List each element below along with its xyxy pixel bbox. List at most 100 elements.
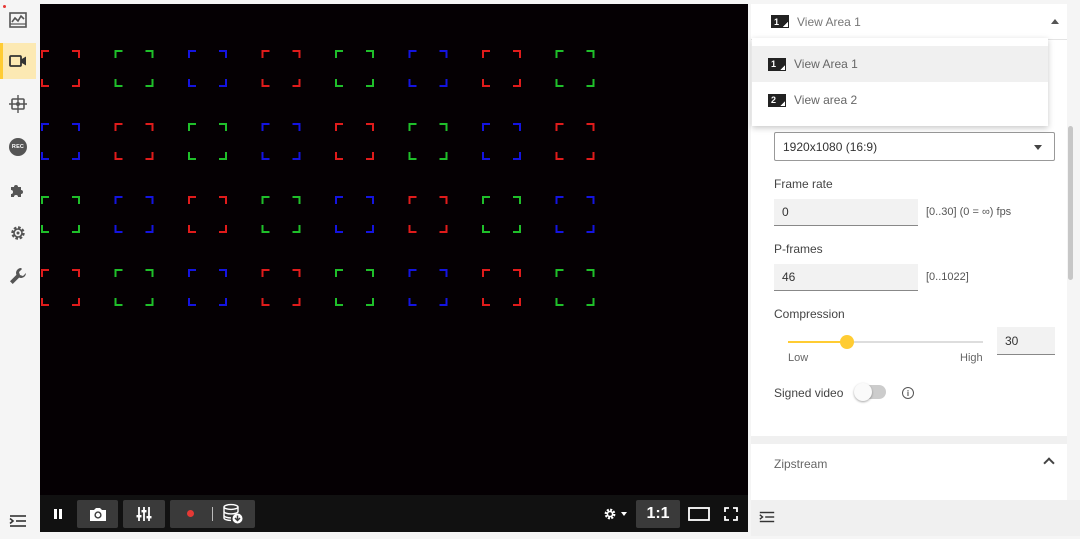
compression-high-label: High — [960, 352, 983, 364]
corner-marker — [188, 50, 227, 87]
nav-item-apps[interactable] — [0, 172, 36, 208]
test-pattern-markers — [41, 50, 595, 306]
corner-marker — [114, 196, 154, 233]
p-frames-input[interactable] — [774, 264, 918, 291]
nav-item-system[interactable] — [0, 215, 36, 251]
video-camera-icon — [9, 55, 26, 67]
resolution-value: 1920x1080 (16:9) — [783, 139, 878, 154]
corner-marker — [335, 123, 374, 160]
toolbar-divider — [212, 507, 213, 521]
compression-slider-thumb[interactable] — [839, 335, 854, 349]
resolution-select[interactable]: 1920x1080 (16:9) — [774, 132, 1055, 161]
view-area-selector[interactable]: 1 View Area 1 — [751, 4, 1067, 40]
corner-marker — [335, 269, 374, 306]
corner-marker — [555, 196, 595, 233]
pause-icon — [54, 509, 62, 519]
caret-down-icon — [620, 512, 627, 516]
corner-marker — [335, 50, 374, 87]
view-area-option-label: View area 2 — [794, 93, 858, 107]
view-area-option-2[interactable]: 2 View area 2 — [752, 82, 1048, 118]
corner-marker — [41, 123, 80, 160]
nav-rail: REC — [0, 0, 36, 536]
corner-marker — [408, 50, 448, 87]
sliders-icon — [136, 507, 152, 521]
corner-marker — [555, 50, 595, 87]
aspect-ratio-icon — [688, 507, 710, 521]
compression-label: Compression — [774, 307, 845, 321]
stream-settings-button[interactable] — [600, 500, 630, 528]
nav-item-status[interactable] — [0, 2, 36, 38]
gear-icon — [604, 508, 615, 520]
corner-marker — [408, 123, 448, 160]
corner-marker — [482, 123, 521, 160]
aspect-ratio-button[interactable] — [685, 500, 713, 528]
compression-input[interactable] — [997, 327, 1055, 355]
info-icon[interactable]: i — [902, 387, 914, 399]
view-area-dropdown: 1 View Area 1 2 View area 2 — [752, 38, 1048, 126]
corner-marker — [188, 123, 227, 160]
frame-rate-label: Frame rate — [774, 177, 833, 191]
view-area-current: View Area 1 — [797, 14, 861, 29]
view-area-icon: 2 — [768, 93, 786, 107]
frame-rate-hint: [0..30] (0 = ∞) fps — [926, 206, 1012, 218]
fullscreen-button[interactable] — [718, 500, 744, 528]
zoom-1-1-button[interactable]: 1:1 — [636, 500, 680, 528]
corner-marker — [482, 50, 521, 87]
view-area-icon: 1 — [768, 57, 786, 71]
corner-marker — [482, 269, 521, 306]
corner-marker — [261, 269, 301, 306]
wrench-icon — [10, 268, 26, 284]
corner-marker — [482, 196, 521, 233]
gear-icon — [11, 226, 25, 240]
corner-marker — [261, 123, 301, 160]
corner-marker — [555, 123, 595, 160]
pause-button[interactable] — [48, 500, 68, 528]
rec-icon: REC — [9, 138, 27, 156]
corner-marker — [188, 269, 227, 306]
snapshot-button[interactable] — [77, 500, 118, 528]
corner-marker — [261, 196, 301, 233]
frame-rate-input[interactable] — [774, 199, 918, 226]
nav-item-maintenance[interactable] — [0, 258, 36, 294]
nav-collapse-button[interactable] — [0, 503, 36, 539]
compression-low-label: Low — [788, 352, 809, 364]
zipstream-label: Zipstream — [774, 457, 828, 471]
corner-marker — [114, 123, 154, 160]
corner-marker — [335, 196, 374, 233]
compression-slider[interactable] — [788, 335, 983, 349]
view-area-icon: 1 — [771, 15, 789, 28]
ptz-move-icon — [9, 95, 27, 113]
section-divider — [751, 436, 1067, 444]
view-area-option-1[interactable]: 1 View Area 1 — [752, 46, 1048, 82]
player-toolbar: 1:1 — [40, 495, 748, 532]
nav-item-video[interactable] — [0, 43, 36, 79]
panel-footer — [751, 500, 1080, 536]
corner-marker — [114, 50, 154, 87]
record-controls — [170, 500, 255, 528]
signed-video-toggle[interactable] — [854, 383, 886, 401]
panel-collapse-icon[interactable] — [758, 508, 776, 526]
record-button[interactable] — [187, 510, 194, 517]
p-frames-hint: [0..1022] — [926, 271, 969, 283]
corner-marker — [408, 269, 448, 306]
nav-item-ptz[interactable] — [0, 86, 36, 122]
corner-marker — [188, 196, 227, 233]
nav-item-recordings[interactable]: REC — [0, 129, 36, 165]
signed-video-label: Signed video — [774, 386, 844, 400]
compression-slider-fill — [788, 341, 847, 343]
zipstream-section-header[interactable]: Zipstream — [751, 444, 1067, 484]
zoom-label: 1:1 — [646, 505, 670, 522]
corner-marker — [408, 196, 448, 233]
image-adjust-button[interactable] — [123, 500, 165, 528]
menu-collapse-icon — [9, 515, 26, 527]
corner-marker — [41, 50, 80, 87]
puzzle-icon — [11, 185, 23, 197]
corner-marker — [555, 269, 595, 306]
caret-down-icon — [1034, 145, 1042, 150]
storage-download-icon[interactable] — [222, 503, 244, 525]
toggle-knob — [854, 383, 872, 401]
live-video-view[interactable] — [40, 4, 748, 495]
p-frames-label: P-frames — [774, 242, 823, 256]
panel-scrollbar[interactable] — [1068, 126, 1073, 280]
caret-up-icon — [1051, 19, 1059, 24]
